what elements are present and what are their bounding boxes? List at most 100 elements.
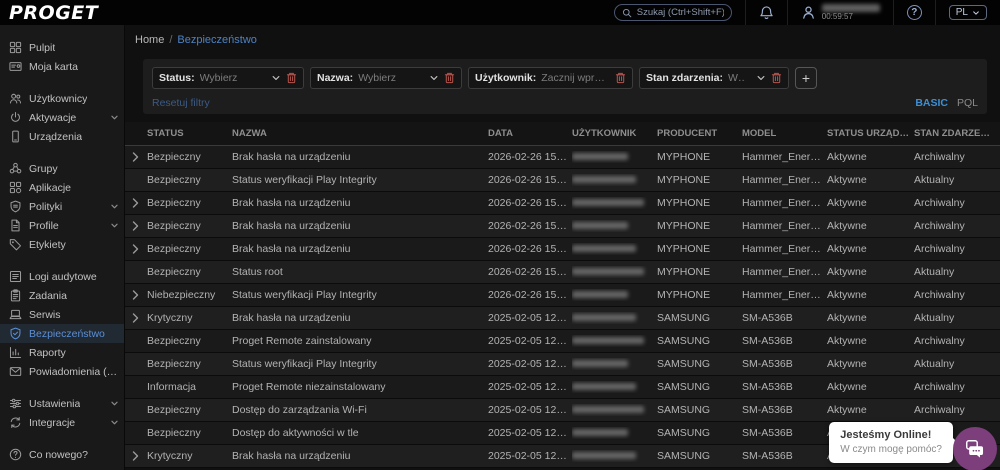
filter-chip-stan-zdarzenia[interactable]: Stan zdarzenia: Wybierz (639, 67, 789, 89)
cell-user (572, 450, 657, 462)
sidebar-item-zadania[interactable]: Zadania (0, 286, 124, 305)
sidebar-item-etykiety[interactable]: Etykiety (0, 235, 124, 254)
sidebar-item-raporty[interactable]: Raporty (0, 343, 124, 362)
cell-status: Bezpieczny (147, 335, 201, 347)
filter-mode-pql[interactable]: PQL (957, 97, 978, 109)
sidebar-item-label: Pulpit (29, 41, 56, 54)
sidebar-item-uzytkownicy[interactable]: Użytkownicy (0, 89, 124, 108)
sidebar-item-urzadzenia[interactable]: Urządzenia (0, 127, 124, 146)
cell-status: Bezpieczny (147, 358, 201, 370)
chevron-right-icon[interactable] (132, 198, 140, 208)
sidebar-item-label: Bezpieczeństwo (29, 327, 105, 340)
trash-icon[interactable] (286, 72, 297, 84)
breadcrumb-home[interactable]: Home (135, 34, 164, 46)
sidebar-item-bezpieczenstwo[interactable]: Bezpieczeństwo (0, 324, 124, 343)
cell-user (572, 335, 657, 347)
breadcrumb-current[interactable]: Bezpieczeństwo (177, 34, 257, 46)
column-header-data[interactable]: DATA (488, 128, 572, 139)
sidebar-item-polityki[interactable]: Polityki (0, 197, 124, 216)
table-row[interactable]: Bezpieczny Brak hasła na urządzeniu 2026… (125, 146, 1000, 169)
chat-bubble[interactable]: Jesteśmy Online! W czym mogę pomóc? (829, 422, 959, 463)
table-row[interactable]: Bezpieczny Status root 2026-02-26 15:02:… (125, 261, 1000, 284)
table-row[interactable]: Bezpieczny Dostęp do zarządzania Wi-Fi 2… (125, 399, 1000, 422)
trash-icon[interactable] (771, 72, 782, 84)
reset-filters-link[interactable]: Resetuj filtry (152, 97, 210, 109)
sidebar-item-integracje[interactable]: Integracje (0, 413, 124, 432)
cell-model: Hammer_Energy_2 (742, 197, 827, 209)
cell-name: Proget Remote niezainstalowany (232, 381, 386, 393)
cell-date: 2026-02-26 15:02:07 (488, 174, 572, 186)
trash-icon[interactable] (615, 72, 626, 84)
cell-status: Krytyczny (147, 450, 193, 462)
sidebar-item-profile[interactable]: Profile (0, 216, 124, 235)
sidebar-item-serwis[interactable]: Serwis (0, 305, 124, 324)
column-header-stan-zdarzenia[interactable]: STAN ZDARZENIA (914, 128, 1000, 139)
cell-device-status: Aktywne (827, 266, 867, 278)
filter-panel: Status: Wybierz Nazwa: Wybierz Użytkownik: Za… (143, 59, 987, 114)
sidebar-item-powiadomienia-99[interactable]: Powiadomienia (99+) (0, 362, 124, 381)
sidebar-group: Ustawienia Integracje (0, 394, 124, 432)
sidebar-item-moja-karta[interactable]: Moja karta (0, 57, 124, 76)
chevron-right-icon[interactable] (132, 313, 140, 323)
filter-mode-basic[interactable]: BASIC (915, 97, 948, 109)
sidebar-item-pulpit[interactable]: Pulpit (0, 38, 124, 57)
groups-icon (9, 162, 22, 174)
column-header-model[interactable]: MODEL (742, 128, 827, 139)
sidebar-item-label: Integracje (29, 416, 76, 429)
sidebar-item-grupy[interactable]: Grupy (0, 159, 124, 178)
filter-chip-status[interactable]: Status: Wybierz (152, 67, 304, 89)
sidebar-item-logi-audytowe[interactable]: Logi audytowe (0, 267, 124, 286)
table-row[interactable]: Krytyczny Brak hasła na urządzeniu 2025-… (125, 307, 1000, 330)
cell-name: Dostęp do zarządzania Wi-Fi (232, 404, 367, 416)
user-menu[interactable]: 00:59:57 (786, 0, 893, 25)
filter-label: Nazwa: (317, 72, 354, 84)
cell-name: Brak hasła na urządzeniu (232, 312, 351, 324)
audit-logs-icon (9, 270, 22, 283)
help-button[interactable]: ? (892, 0, 935, 25)
language-selector[interactable]: PL (934, 0, 1000, 25)
add-filter-button[interactable]: + (795, 67, 817, 89)
cell-status: Bezpieczny (147, 266, 201, 278)
chat-launcher-button[interactable] (953, 427, 997, 470)
column-header-nazwa[interactable]: NAZWA (232, 128, 488, 139)
chevron-right-icon[interactable] (132, 152, 140, 162)
table-row[interactable]: Bezpieczny Proget Remote zainstalowany 2… (125, 330, 1000, 353)
filter-chip-nazwa[interactable]: Nazwa: Wybierz (310, 67, 462, 89)
table-row[interactable]: Bezpieczny Brak hasła na urządzeniu 2026… (125, 215, 1000, 238)
column-header-status-urzadzenia[interactable]: STATUS URZĄDZENIA (827, 128, 914, 139)
apps-icon (9, 181, 22, 194)
filter-chip-uzytkownik[interactable]: Użytkownik: Zacznij wprowa... (468, 67, 633, 89)
cell-user (572, 174, 657, 186)
chevron-down-icon (973, 10, 979, 15)
search-input[interactable]: Szukaj (Ctrl+Shift+F) (613, 4, 732, 21)
cell-event-state: Archiwalny (914, 243, 965, 255)
table-row[interactable]: Informacja Proget Remote niezainstalowan… (125, 376, 1000, 399)
sidebar-item-co-nowego[interactable]: Co nowego? (0, 445, 124, 464)
notifications-bell-button[interactable] (744, 0, 787, 25)
sidebar: Pulpit Moja karta Użytkownicy Aktywacje Urzą… (0, 25, 125, 470)
search-placeholder: Szukaj (Ctrl+Shift+F) (636, 7, 724, 18)
users-icon (9, 93, 22, 104)
sidebar-item-aktywacje[interactable]: Aktywacje (0, 108, 124, 127)
chevron-right-icon[interactable] (132, 451, 140, 461)
service-icon (9, 309, 22, 320)
table-row[interactable]: Niebezpieczny Status weryfikacji Play In… (125, 284, 1000, 307)
cell-device-status: Aktywne (827, 243, 867, 255)
table-row[interactable]: Bezpieczny Brak hasła na urządzeniu 2026… (125, 192, 1000, 215)
chevron-down-icon (430, 76, 438, 80)
cell-device-status: Aktywne (827, 151, 867, 163)
chevron-right-icon[interactable] (132, 290, 140, 300)
column-header-status[interactable]: STATUS (147, 128, 232, 139)
cell-user (572, 404, 657, 416)
trash-icon[interactable] (444, 72, 455, 84)
table-row[interactable]: Bezpieczny Brak hasła na urządzeniu 2026… (125, 238, 1000, 261)
column-header-producent[interactable]: PRODUCENT (657, 128, 742, 139)
cell-status: Bezpieczny (147, 404, 201, 416)
table-row[interactable]: Bezpieczny Status weryfikacji Play Integ… (125, 353, 1000, 376)
chevron-right-icon[interactable] (132, 244, 140, 254)
sidebar-item-aplikacje[interactable]: Aplikacje (0, 178, 124, 197)
chevron-right-icon[interactable] (132, 221, 140, 231)
table-row[interactable]: Bezpieczny Status weryfikacji Play Integ… (125, 169, 1000, 192)
column-header-uzytkownik[interactable]: UŻYTKOWNIK (572, 128, 657, 139)
sidebar-item-ustawienia[interactable]: Ustawienia (0, 394, 124, 413)
